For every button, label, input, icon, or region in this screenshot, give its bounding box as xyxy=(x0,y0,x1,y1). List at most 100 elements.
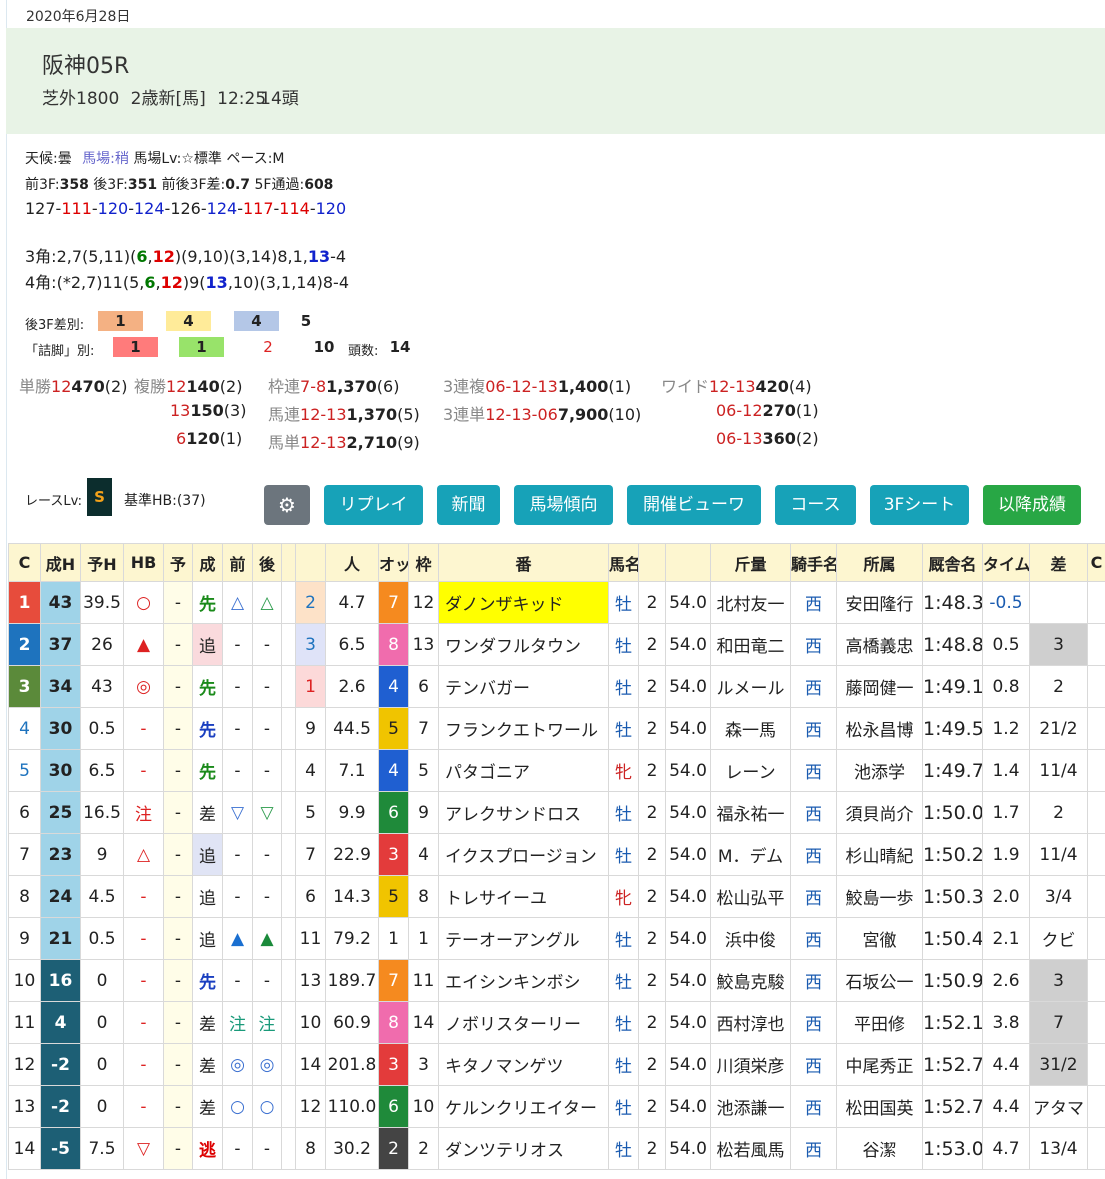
heads-label: 頭数: xyxy=(348,344,379,359)
jockey-name[interactable]: 池添謙一 xyxy=(710,1085,791,1128)
horse-name[interactable]: ケルンクリエイター xyxy=(438,1085,609,1128)
later-results-button[interactable]: 以降成績 xyxy=(983,485,1081,525)
table-row[interactable]: 9 21 0.5- - 追 ▲ ▲ 11 79.2 1 1 テーオーアングル牡 2 54.0 浜中俊西宮徹 1… xyxy=(8,917,1105,960)
col-header[interactable]: C xyxy=(8,543,41,582)
jockey-name[interactable]: 西村淳也 xyxy=(710,1001,791,1044)
table-row[interactable]: 11 4 0- - 差注注 10 60.9 8 14 ノボリスターリー牡 2 54.0 西村淳也西平田修… xyxy=(8,1001,1105,1044)
cell: 牡 xyxy=(608,1001,639,1044)
trainer-name[interactable]: 鮫島一歩 xyxy=(836,875,923,918)
score-cell: -2 xyxy=(40,1043,81,1086)
style-cell: 追 xyxy=(192,917,223,960)
horse-name[interactable]: キタノマンゲツ xyxy=(438,1043,609,1086)
jockey-name[interactable]: 浜中俊 xyxy=(710,917,791,960)
col-header[interactable]: 差 xyxy=(1029,543,1088,582)
horse-name[interactable]: ダノンザキッド xyxy=(438,581,609,624)
table-row[interactable]: 8 24 4.5- - 追 - -6 14.3 5 8 トレサイーユ牝 2 54.0 松山弘平西鮫島一歩 1… xyxy=(8,875,1105,918)
sheet-button[interactable]: 3Fシート xyxy=(870,485,969,525)
trainer-name[interactable]: 杉山晴紀 xyxy=(836,833,923,876)
payout-item: 06-13360(2) xyxy=(716,429,819,448)
table-row[interactable]: 10 16 0- - 先 - -13 189.7 7 11 エイシンキンボシ牡 2 54.0 鮫島克駿西石… xyxy=(8,959,1105,1002)
cell: 9.9 xyxy=(325,791,379,834)
cell xyxy=(281,833,296,876)
horse-name[interactable]: テンバガー xyxy=(438,665,609,708)
col-header: HB xyxy=(123,543,164,582)
cell: 0.5 xyxy=(80,917,124,960)
jockey-name[interactable]: 和田竜二 xyxy=(710,623,791,666)
cell: 2 xyxy=(638,1085,666,1128)
table-row[interactable]: 2 37 26 ▲ - 追 - -3 6.5 8 13 ワンダフルタウン牡 2 54.0 和田竜二西高橋義忠… xyxy=(8,623,1105,666)
cell: - xyxy=(252,959,282,1002)
cell: 西 xyxy=(790,581,837,624)
cell: 注 xyxy=(222,1001,253,1044)
cell xyxy=(1087,1001,1105,1044)
corner-seg: 6 xyxy=(144,273,156,292)
horse-name[interactable]: ノボリスターリー xyxy=(438,1001,609,1044)
horse-name[interactable]: エイシンキンボシ xyxy=(438,959,609,1002)
trainer-name[interactable]: 松永昌博 xyxy=(836,707,923,750)
jockey-name[interactable]: M．デム xyxy=(710,833,791,876)
jockey-name[interactable]: 鮫島克駿 xyxy=(710,959,791,1002)
trainer-name[interactable]: 松田国英 xyxy=(836,1085,923,1128)
jockey-name[interactable]: 森一馬 xyxy=(710,707,791,750)
horse-name[interactable]: アレクサンドロス xyxy=(438,791,609,834)
horse-name[interactable]: ワンダフルタウン xyxy=(438,623,609,666)
col-header xyxy=(281,543,296,582)
horse-name[interactable]: パタゴニア xyxy=(438,749,609,792)
settings-gear-icon[interactable]: ⚙ xyxy=(264,485,310,525)
table-row[interactable]: 13 -2 0- - 差 ○ ○ 12 110.0 6 10 ケルンクリエイター牡 2 54.0 池添謙一西… xyxy=(8,1085,1105,1128)
course-button[interactable]: コース xyxy=(775,485,856,525)
cell xyxy=(281,1085,296,1128)
jockey-name[interactable]: 松山弘平 xyxy=(710,875,791,918)
jockey-name[interactable]: ルメール xyxy=(710,665,791,708)
cell xyxy=(1087,875,1105,918)
cell: 西 xyxy=(790,1127,837,1170)
trainer-name[interactable]: 平田修 xyxy=(836,1001,923,1044)
table-row[interactable]: 5 30 6.5- - 先 - -4 7.1 4 5 パタゴニア牝 2 54.0 レーン西池添学 1:49.… xyxy=(8,749,1105,792)
table-row[interactable]: 12 -2 0- - 差 ◎ ◎ 14 201.8 3 3 キタノマンゲツ牡 2 54.0 川須栄彦西中尾秀… xyxy=(8,1043,1105,1086)
cell: - xyxy=(252,1127,282,1170)
trainer-name[interactable]: 藤岡健一 xyxy=(836,665,923,708)
cell: - xyxy=(123,917,164,960)
trainer-name[interactable]: 池添学 xyxy=(836,749,923,792)
horse-name[interactable]: テーオーアングル xyxy=(438,917,609,960)
table-row[interactable]: 4 30 0.5- - 先 - -9 44.5 5 7 フランクエトワール牡 2 54.0 森一馬西松永昌… xyxy=(8,707,1105,750)
jockey-name[interactable]: 松若風馬 xyxy=(710,1127,791,1170)
trainer-name[interactable]: 石坂公一 xyxy=(836,959,923,1002)
cell: 0 xyxy=(80,959,124,1002)
news-button[interactable]: 新聞 xyxy=(437,485,500,525)
cell xyxy=(281,1001,296,1044)
cell: 西 xyxy=(790,1001,837,1044)
trainer-name[interactable]: 高橋義忠 xyxy=(836,623,923,666)
viewer-button[interactable]: 開催ビューワ xyxy=(627,485,761,525)
cell: 110.0 xyxy=(325,1085,379,1128)
baba-trend-button[interactable]: 馬場傾向 xyxy=(514,485,613,525)
trainer-name[interactable]: 安田隆行 xyxy=(836,581,923,624)
jockey-name[interactable]: 福永祐一 xyxy=(710,791,791,834)
corner-seg: )9( xyxy=(182,273,206,292)
margin-text-cell: 3 xyxy=(1029,959,1088,1002)
time-cell: 1:50.9 xyxy=(922,959,983,1002)
table-row[interactable]: 14 -5 7.5 ▽ - 逃 - -8 30.2 2 2 ダンツテリオス牡 2 54.0 松若風馬西谷潔 1… xyxy=(8,1127,1105,1170)
trainer-name[interactable]: 中尾秀正 xyxy=(836,1043,923,1086)
trainer-name[interactable]: 谷潔 xyxy=(836,1127,923,1170)
horse-name[interactable]: ダンツテリオス xyxy=(438,1127,609,1170)
jockey-name[interactable]: 北村友一 xyxy=(710,581,791,624)
trainer-name[interactable]: 宮徹 xyxy=(836,917,923,960)
horse-name[interactable]: トレサイーユ xyxy=(438,875,609,918)
jockey-name[interactable]: レーン xyxy=(710,749,791,792)
replay-button[interactable]: リプレイ xyxy=(324,485,423,525)
jockey-name[interactable]: 川須栄彦 xyxy=(710,1043,791,1086)
baba-link[interactable]: 馬場: xyxy=(82,151,115,167)
trainer-name[interactable]: 須貝尚介 xyxy=(836,791,923,834)
horse-name[interactable]: イクスプロージョン xyxy=(438,833,609,876)
cell: 牡 xyxy=(608,791,639,834)
style-cell: 先 xyxy=(192,665,223,708)
cell xyxy=(281,623,296,666)
table-row[interactable]: 6 25 16.5 注 - 差 ▽ ▽ 5 9.9 6 9 アレクサンドロス牡 2 54.0 福永祐一西須貝尚… xyxy=(8,791,1105,834)
horse-name[interactable]: フランクエトワール xyxy=(438,707,609,750)
table-row[interactable]: 1 43 39.5 ○ - 先 △ △ 2 4.7 7 12 ダノンザキッド牡 2 54.0 北村友一西安田隆… xyxy=(8,581,1105,624)
margin-cell: 2.6 xyxy=(982,959,1030,1002)
table-row[interactable]: 3 34 43 ◎ - 先 - -1 2.6 4 6 テンバガー牡 2 54.0 ルメール西藤岡健一 1:49… xyxy=(8,665,1105,708)
table-row[interactable]: 7 23 9 △ - 追 - -7 22.9 3 4 イクスプロージョン牡 2 54.0 M．デム西杉山晴紀… xyxy=(8,833,1105,876)
frame-cell: 1 xyxy=(378,917,409,960)
